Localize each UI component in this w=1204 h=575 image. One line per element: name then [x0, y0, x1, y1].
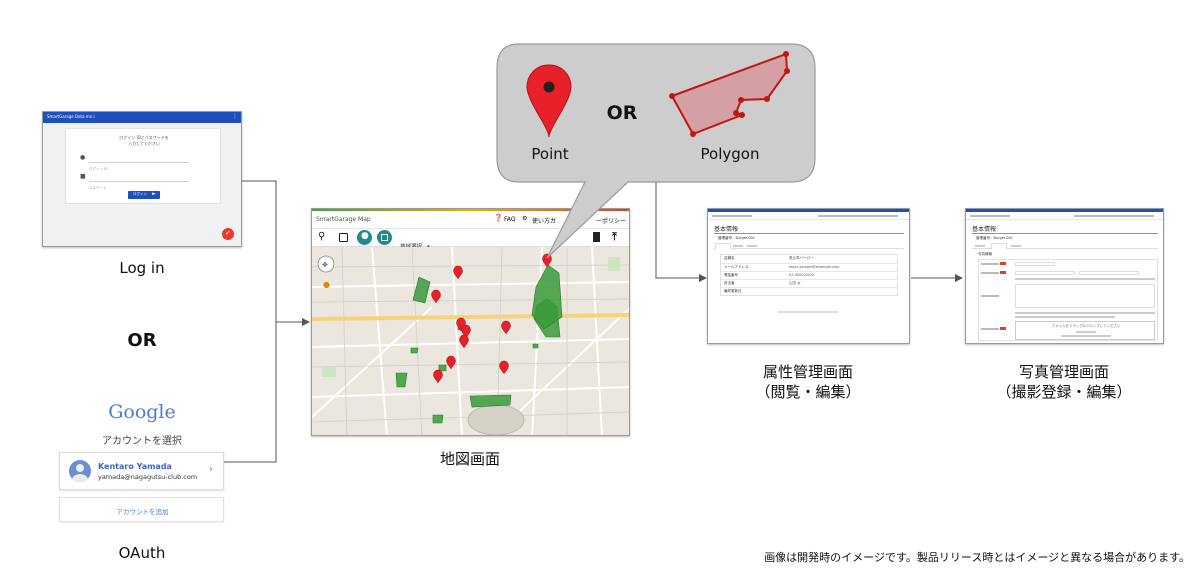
attribute-row-value[interactable]: ebisu.sample@example.com — [789, 265, 839, 269]
attribute-caption-line2: （閲覧・編集） — [755, 383, 861, 401]
attribute-footer — [778, 311, 838, 313]
attribute-tabs — [714, 243, 904, 249]
attribute-heading: 基本情報 — [714, 226, 739, 233]
attribute-row-label: 店舗名 — [724, 256, 735, 260]
attribute-table: 店舗名 恵比寿バーガーメールアドレス ebisu.sample@example.co… — [720, 254, 898, 296]
attribute-row: 担当者 山田 太 — [721, 279, 897, 287]
attribute-row: メールアドレス ebisu.sample@example.com — [721, 263, 897, 271]
attribute-row-label: 電話番号 — [724, 273, 738, 277]
attribute-row-label: 担当者 — [724, 281, 735, 285]
photo-caption-line2: （撮影登録・編集） — [996, 383, 1132, 401]
photo-caption-line1: 写真管理画面 — [1018, 363, 1109, 381]
attribute-row-value[interactable]: 山田 太 — [789, 281, 801, 286]
photo-heading-rule — [972, 233, 1158, 234]
comment-textarea[interactable] — [1015, 284, 1155, 308]
attribute-row: 店舗名 恵比寿バーガー — [721, 255, 897, 263]
disclaimer-note: 画像は開発時のイメージです。製品リリース時とはイメージと異なる場合があります。 — [764, 551, 1190, 564]
photo-screenshot: 基本情報 管理番号：Burger-001 写真情報 ファイルをドラッグ&ドロップ… — [965, 208, 1164, 344]
photo-management-no: 管理番号：Burger-001 — [976, 236, 1014, 240]
photo-tabs — [972, 243, 1158, 249]
photo-section-title: 写真情報 — [978, 252, 992, 256]
attribute-heading-rule — [714, 233, 904, 234]
attribute-row-label: メールアドレス — [724, 265, 749, 269]
photo-upload-text: ファイルをドラッグ&ドロップしてください — [1051, 324, 1121, 328]
photo-upload-dropzone[interactable]: ファイルをドラッグ&ドロップしてください — [1015, 321, 1155, 340]
attribute-row-value[interactable]: 03-0000-0000 — [789, 273, 814, 277]
attribute-caption-line1: 属性管理画面 — [762, 363, 853, 381]
photo-form: ファイルをドラッグ&ドロップしてください — [978, 259, 1158, 341]
attribute-row-value[interactable]: 恵比寿バーガー — [789, 256, 814, 261]
bubble-or-label: OR — [606, 102, 638, 124]
polygon-label: Polygon — [700, 145, 760, 163]
photo-heading: 基本情報 — [972, 226, 997, 233]
point-label: Point — [531, 145, 569, 163]
attribute-row-label: 最終更新日 — [724, 289, 742, 293]
photo-nav — [966, 212, 1163, 220]
attribute-management-no: 管理番号：Burger-001 — [718, 236, 756, 240]
attribute-nav — [708, 212, 909, 220]
attribute-row: 最終更新日 — [721, 287, 897, 295]
attribute-screenshot: 基本情報 管理番号：Burger-001 店舗名 恵比寿バーガーメールアドレス eb… — [707, 208, 910, 344]
attribute-row: 電話番号 03-0000-0000 — [721, 271, 897, 279]
